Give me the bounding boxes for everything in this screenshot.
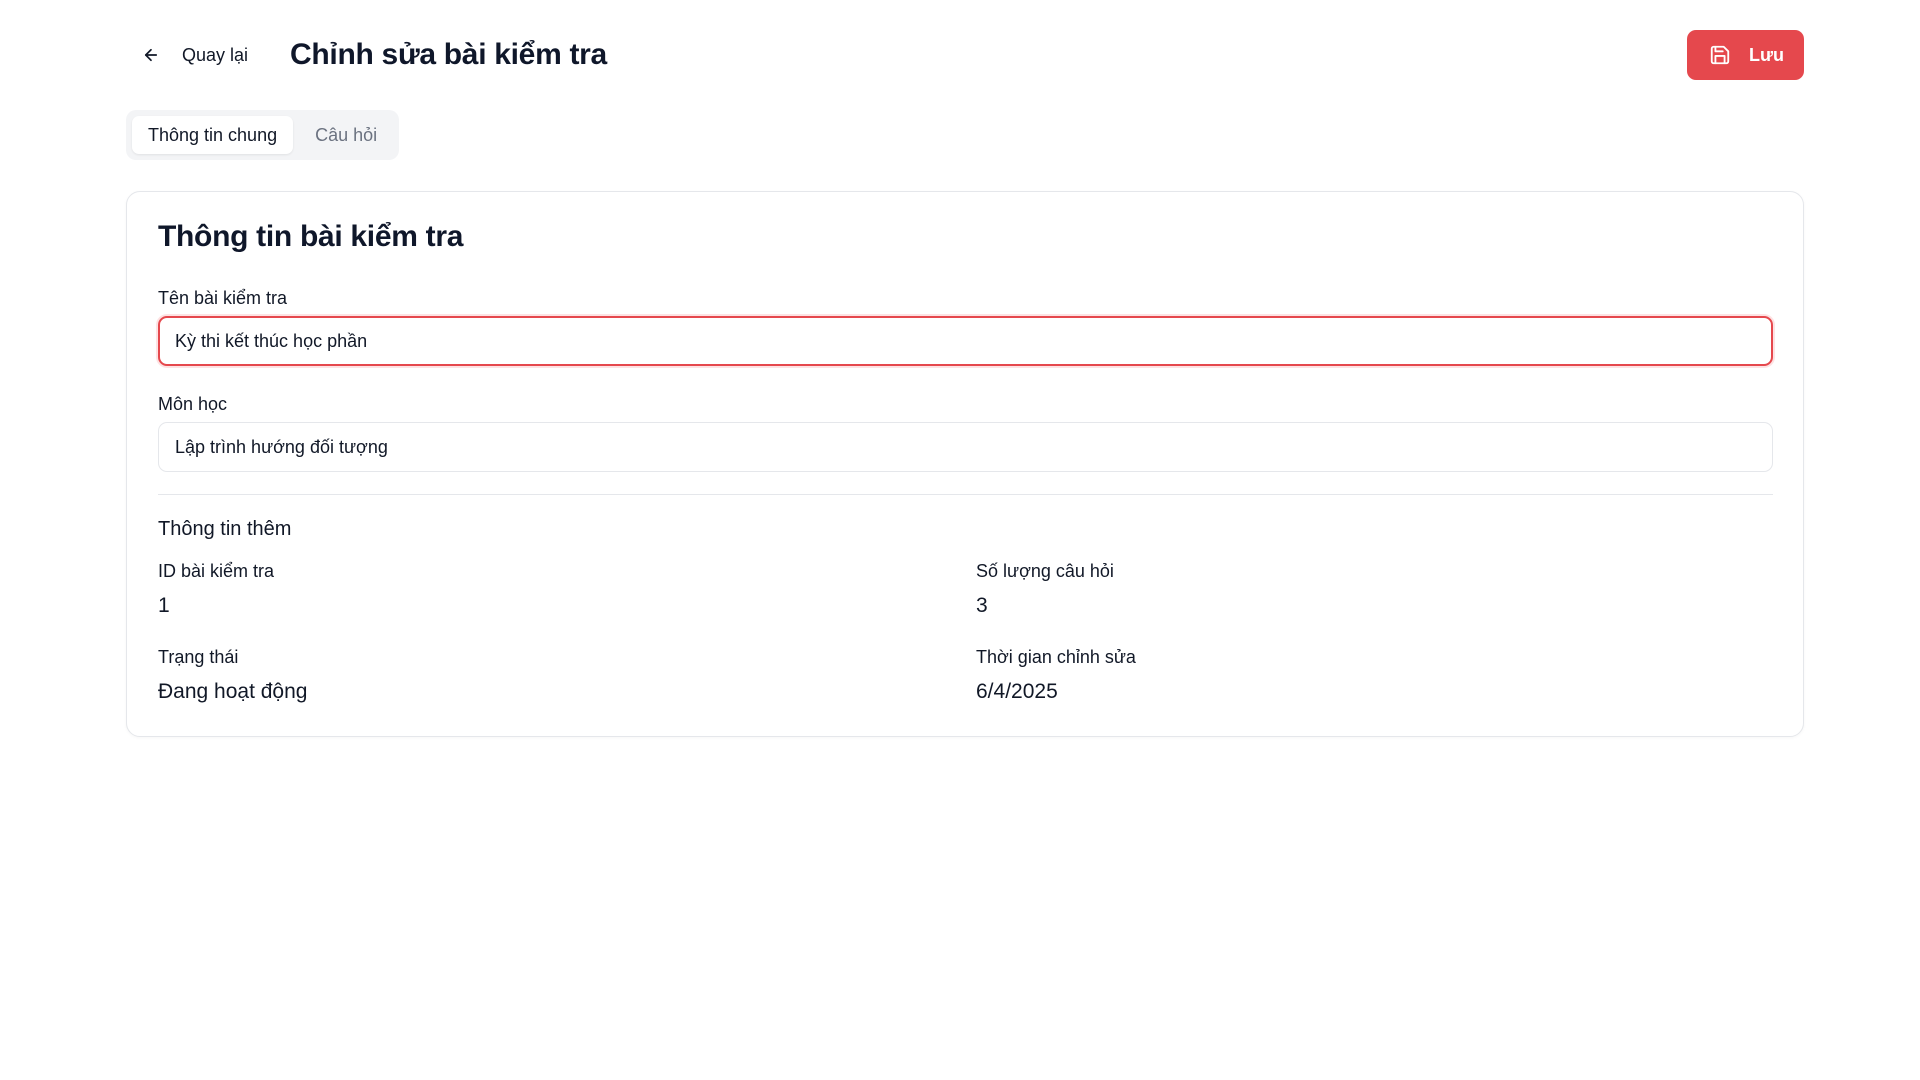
back-label: Quay lại — [182, 44, 249, 65]
question-count-label: Số lượng câu hỏi — [976, 561, 1114, 581]
extra-info-title: Thông tin thêm — [158, 518, 292, 540]
exam-info-card: Thông tin bài kiểm tra Tên bài kiểm tra … — [126, 191, 1804, 737]
question-count-value: 3 — [976, 594, 988, 617]
exam-id-label: ID bài kiểm tra — [158, 561, 275, 581]
exam-id-value: 1 — [158, 594, 170, 617]
status-label: Trạng thái — [158, 647, 239, 667]
back-button[interactable]: Quay lại — [126, 36, 260, 74]
page-title: Chỉnh sửa bài kiểm tra — [290, 38, 607, 71]
edited-time-value: 6/4/2025 — [976, 680, 1058, 703]
section-divider — [158, 494, 1773, 495]
save-label: Lưu — [1748, 44, 1784, 65]
status-value: Đang hoạt động — [158, 680, 308, 703]
card-title: Thông tin bài kiểm tra — [158, 220, 464, 253]
tab-general-info[interactable]: Thông tin chung — [132, 116, 294, 154]
tab-questions[interactable]: Câu hỏi — [299, 116, 393, 154]
page-header: Quay lại Chỉnh sửa bài kiểm tra Lưu — [126, 30, 1804, 80]
floppy-disk-icon — [1709, 44, 1731, 66]
edit-exam-page: Quay lại Chỉnh sửa bài kiểm tra Lưu Thôn… — [0, 0, 1920, 1080]
subject-input[interactable] — [158, 422, 1773, 472]
tab-list: Thông tin chung Câu hỏi — [126, 110, 400, 160]
subject-label: Môn học — [158, 394, 228, 414]
edited-time-label: Thời gian chỉnh sửa — [976, 647, 1136, 667]
exam-name-input[interactable] — [158, 316, 1773, 366]
exam-name-label: Tên bài kiểm tra — [158, 288, 288, 308]
save-button[interactable]: Lưu — [1686, 30, 1804, 80]
arrow-left-icon — [140, 44, 162, 66]
